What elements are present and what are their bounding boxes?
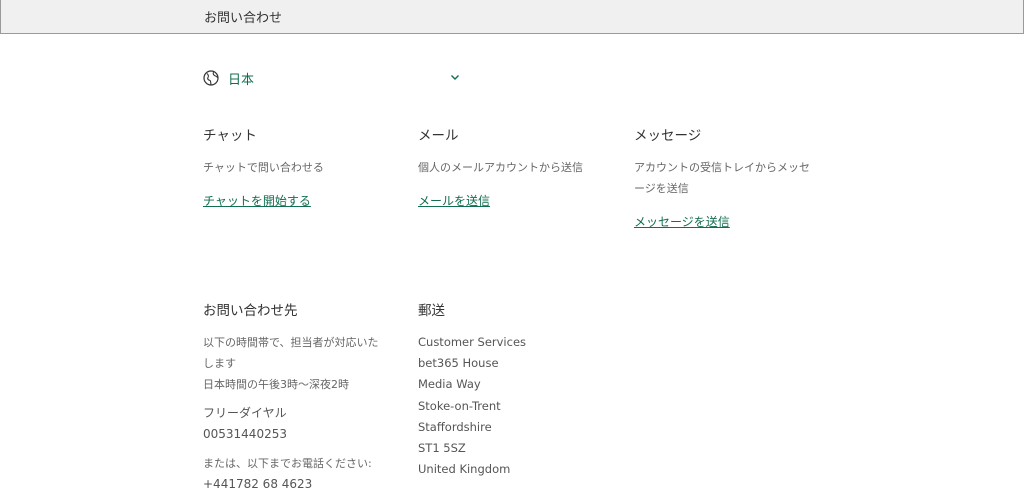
channel-title: メール [418,128,459,144]
channel-message: メッセージ アカウントの受信トレイからメッセ ージを送信 メッセージを送信 [634,127,834,230]
address-line: Customer Services [418,335,527,349]
address-line: Media Way [418,377,481,392]
hours-line: 以下の時間帯で、担当者が対応いた [203,336,379,349]
channel-title: メッセージ [634,128,702,144]
post-title: 郵送 [418,303,445,319]
channel-desc: 個人のメールアカウントから送信 [418,161,583,174]
hours-line: 日本時間の午後3時～深夜2時 [203,378,349,391]
freedial-number: 00531440253 [203,427,287,441]
country-label: 日本 [228,72,255,88]
channel-desc-line2: ージを送信 [634,182,689,195]
address-line: United Kingdom [418,462,511,477]
address-line: Staffordshire [418,419,492,434]
hours-line: します [203,357,236,370]
country-selector[interactable]: 日本 [203,68,463,88]
contact-section: お問い合わせ先 以下の時間帯で、担当者が対応いた します 日本時間の午後3時～深… [203,302,403,495]
contact-title: お問い合わせ先 [203,303,298,319]
globe-icon [203,70,219,86]
channel-desc: チャットで問い合わせる [203,161,324,174]
alt-phone-number: +441782 68 4623 [203,477,313,491]
header-bar: お問い合わせ [0,0,1024,34]
address-line: Stoke-on-Trent [418,398,501,413]
send-message-link[interactable]: メッセージを送信 [634,213,730,230]
channel-chat: チャット チャットで問い合わせる チャットを開始する [203,127,403,209]
channel-email: メール 個人のメールアカウントから送信 メールを送信 [418,127,618,209]
freedial-label: フリーダイヤル [203,406,287,420]
address-line: bet365 House [418,356,499,371]
chevron-down-icon[interactable] [449,71,461,83]
page-title: お問い合わせ [204,11,283,26]
alt-phone-label: または、以下までお電話ください: [203,457,372,470]
send-email-link[interactable]: メールを送信 [418,192,490,209]
channel-title: チャット [203,128,257,144]
post-section: 郵送 Customer Services bet365 House Media … [418,302,618,480]
address-line: ST1 5SZ [418,441,466,456]
channel-desc-line1: アカウントの受信トレイからメッセ [634,161,810,174]
start-chat-link[interactable]: チャットを開始する [203,192,311,209]
